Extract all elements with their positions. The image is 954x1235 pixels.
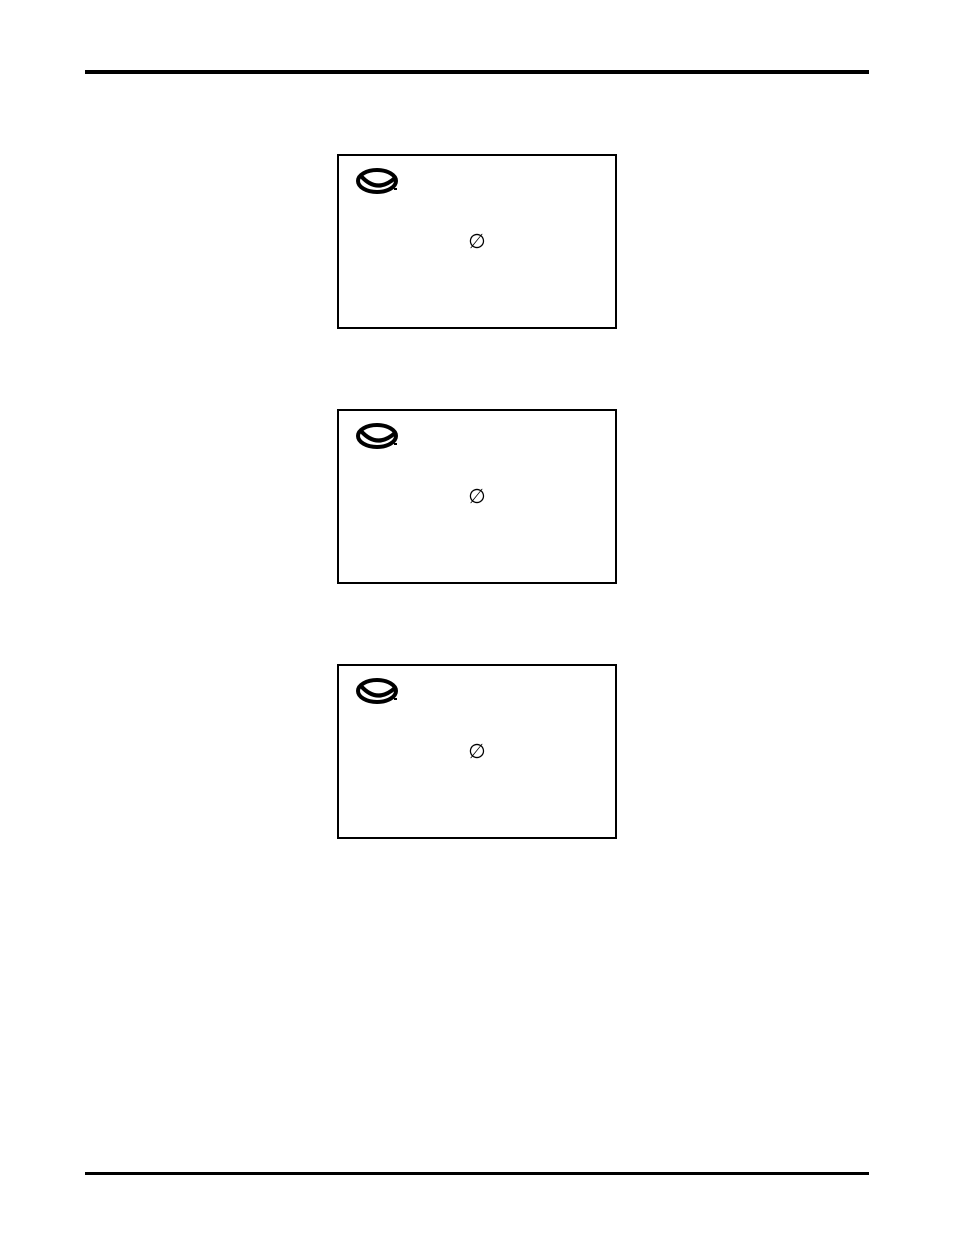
- display-box-3: ∅: [337, 664, 617, 839]
- empty-set-icon: ∅: [468, 232, 485, 252]
- vortex-logo-icon: [355, 678, 599, 713]
- vortex-logo-icon: [355, 168, 599, 203]
- empty-set-icon: ∅: [468, 487, 485, 507]
- page-footer: [85, 1172, 869, 1175]
- display-box-1: ∅: [337, 154, 617, 329]
- bottom-rule: [85, 1172, 869, 1175]
- display-box-2: ∅: [337, 409, 617, 584]
- box-stack: ∅ ∅ ∅: [85, 154, 869, 839]
- page: ∅ ∅ ∅: [0, 0, 954, 1235]
- empty-set-icon: ∅: [468, 742, 485, 762]
- top-rule: [85, 70, 869, 74]
- vortex-logo-icon: [355, 423, 599, 458]
